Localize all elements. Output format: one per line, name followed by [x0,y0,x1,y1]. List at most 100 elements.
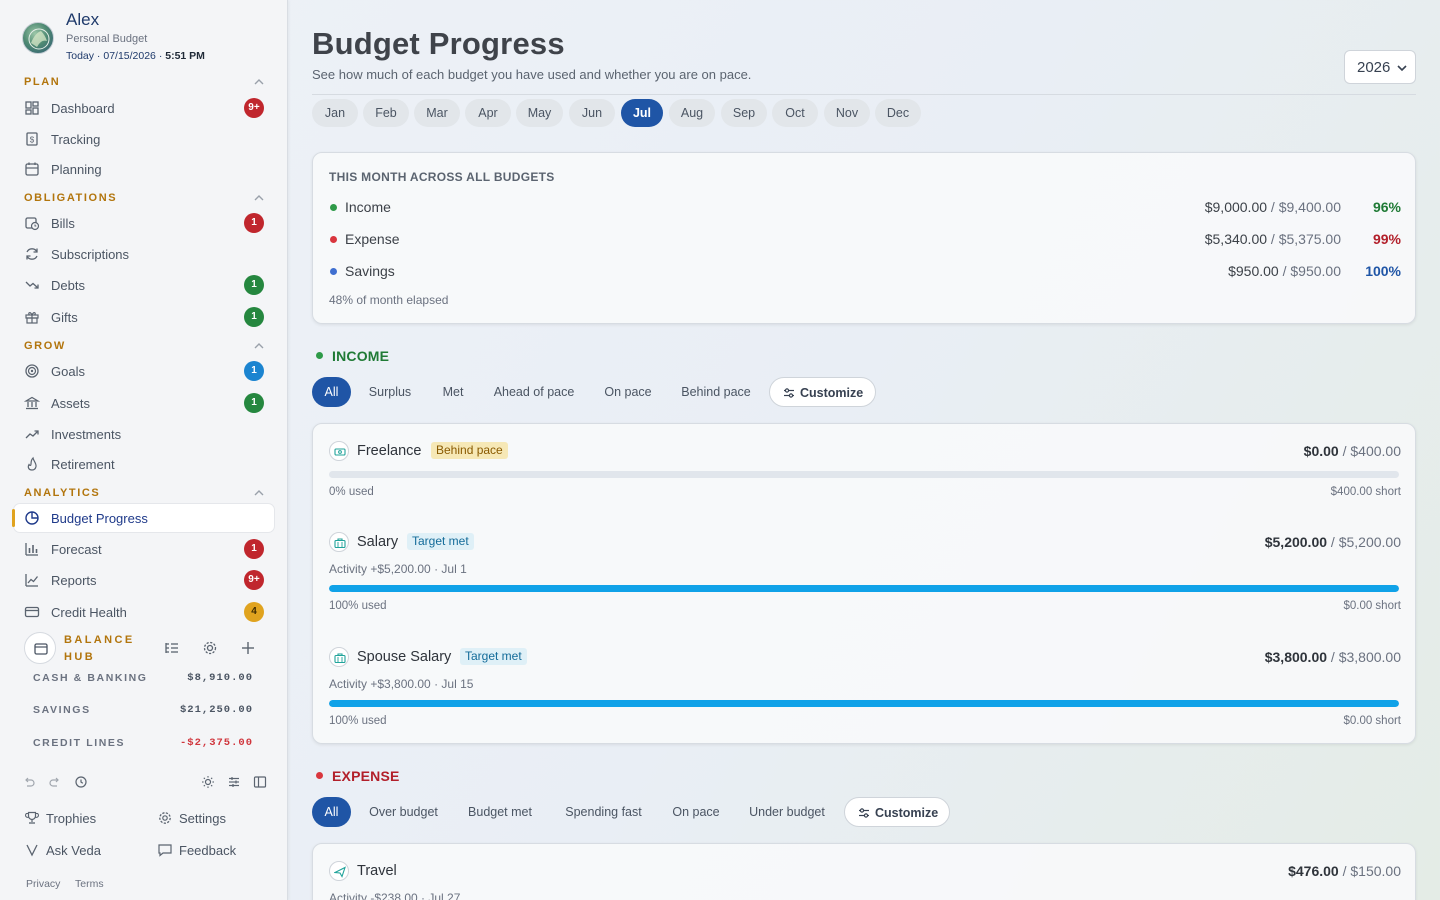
sidebar-item-label: Investments [51,427,122,442]
tab-month-sep[interactable]: Sep [721,99,767,127]
filter-ahead-of-pace[interactable]: Ahead of pace [487,377,581,407]
profile-subtitle: Personal Budget [66,33,148,45]
filter-behind-pace[interactable]: Behind pace [674,377,758,407]
avatar[interactable] [22,22,54,54]
chevron-up-icon[interactable] [252,75,266,89]
tab-month-aug[interactable]: Aug [669,99,715,127]
filter-spending-fast[interactable]: Spending fast [557,797,650,827]
panel-icon[interactable] [253,775,267,789]
plane-icon [329,861,349,881]
budget-item-salary[interactable]: Salary Target met $5,200.00 / $5,200.00 … [329,532,1401,612]
sidebar-item-label: Forecast [51,542,102,557]
section-plan[interactable]: PLAN [24,76,264,92]
filter-all[interactable]: All [312,377,351,407]
sidebar-item-forecast[interactable]: Forecast 1 [14,535,274,563]
page-title: Budget Progress [312,26,565,61]
divider [312,94,1416,95]
filter-under-budget[interactable]: Under budget [742,797,832,827]
notification-badge: 9+ [244,570,264,590]
month-tabs: Jan Feb Mar Apr May Jun Jul Aug Sep Oct … [312,99,1012,127]
plus-icon[interactable] [239,639,257,657]
sidebar-item-reports[interactable]: Reports 9+ [14,566,274,594]
section-analytics[interactable]: ANALYTICS [24,487,264,503]
notification-badge: 4 [244,602,264,622]
sidebar-item-investments[interactable]: Investments [14,420,274,448]
main-content: Budget Progress See how much of each bud… [312,0,1416,900]
filter-budget-met[interactable]: Budget met [460,797,540,827]
sliders-icon[interactable] [227,775,241,789]
sidebar: Alex Personal Budget Today · 07/15/2026 … [0,0,288,900]
tab-month-jan[interactable]: Jan [312,99,358,127]
briefcase-icon [329,532,349,552]
sidebar-item-label: Assets [51,396,91,411]
budget-item-spouse-salary[interactable]: Spouse Salary Target met $3,800.00 / $3,… [329,647,1401,727]
budget-item-travel[interactable]: Travel $476.00 / $150.00 Activity -$238.… [329,861,1401,900]
tab-month-dec[interactable]: Dec [875,99,921,127]
notification-badge: 1 [244,213,264,233]
tab-month-apr[interactable]: Apr [465,99,511,127]
wallet-icon [34,643,48,655]
expense-filters: All Over budget Budget met Spending fast… [312,797,1012,827]
sidebar-item-tracking[interactable]: $ Tracking [14,125,274,153]
sidebar-item-subscriptions[interactable]: Subscriptions [14,240,274,268]
tab-month-mar[interactable]: Mar [414,99,460,127]
filter-on-pace[interactable]: On pace [666,797,726,827]
customize-button[interactable]: Customize [844,797,950,827]
flame-icon [27,456,37,471]
chevron-up-icon[interactable] [252,486,266,500]
filter-met[interactable]: Met [434,377,472,407]
savings-dot [330,268,337,275]
summary-card: THIS MONTH ACROSS ALL BUDGETS Income $9,… [312,152,1416,324]
privacy-link[interactable]: Privacy [26,878,60,890]
gear-icon[interactable] [201,639,219,657]
section-grow[interactable]: GROW [24,340,264,356]
sidebar-item-retirement[interactable]: Retirement [14,450,274,478]
sun-icon[interactable] [201,775,215,789]
terms-link[interactable]: Terms [75,878,104,890]
trending-down-icon [25,281,39,289]
sidebar-item-planning[interactable]: Planning [14,155,274,183]
balance-row-cash[interactable]: CASH & BANKING $8,910.00 [33,672,255,688]
list-tree-icon[interactable] [163,639,181,657]
sidebar-item-bills[interactable]: Bills 1 [14,209,274,237]
tab-month-feb[interactable]: Feb [363,99,409,127]
balance-row-credit-lines[interactable]: CREDIT LINES -$2,375.00 [33,737,255,753]
redo-icon[interactable] [48,775,62,789]
calendar-clock-icon [25,217,40,231]
balance-row-savings[interactable]: SAVINGS $21,250.00 [33,704,255,720]
sidebar-item-gifts[interactable]: Gifts 1 [14,303,274,331]
progress-bar [329,585,1399,592]
section-obligations[interactable]: OBLIGATIONS [24,192,264,208]
profile[interactable]: Alex Personal Budget Today · 07/15/2026 … [22,10,282,66]
history-icon[interactable] [74,775,88,789]
tab-month-jun[interactable]: Jun [569,99,615,127]
credit-card-icon [24,606,40,618]
filter-all[interactable]: All [312,797,351,827]
sidebar-item-debts[interactable]: Debts 1 [14,271,274,299]
year-select[interactable]: 2026 [1344,50,1416,84]
filter-surplus[interactable]: Surplus [361,377,419,407]
sidebar-item-credit-health[interactable]: Credit Health 4 [14,598,274,626]
tab-month-jul[interactable]: Jul [621,99,663,127]
filter-over-budget[interactable]: Over budget [362,797,445,827]
balance-hub-button[interactable] [24,632,56,664]
filter-on-pace[interactable]: On pace [597,377,659,407]
summary-row-expense: Expense $5,340.00 / $5,375.00 99% [329,231,1401,249]
balance-hub: BALANCE HUB [22,630,272,666]
sidebar-item-budget-progress[interactable]: Budget Progress [12,504,274,532]
tab-month-nov[interactable]: Nov [824,99,870,127]
summary-row-savings: Savings $950.00 / $950.00 100% [329,263,1401,281]
notification-badge: 1 [244,307,264,327]
tab-month-may[interactable]: May [516,99,563,127]
undo-icon[interactable] [22,775,36,789]
notification-badge: 1 [244,361,264,381]
sidebar-item-dashboard[interactable]: Dashboard 9+ [14,94,274,122]
customize-button[interactable]: Customize [769,377,876,407]
sidebar-item-goals[interactable]: Goals 1 [14,357,274,385]
chevron-up-icon[interactable] [252,191,266,205]
chevron-up-icon[interactable] [252,339,266,353]
budget-item-freelance[interactable]: Freelance Behind pace $0.00 / $400.00 0%… [329,441,1401,516]
sidebar-item-assets[interactable]: Assets 1 [14,389,274,417]
sidebar-item-label: Tracking [51,132,101,147]
tab-month-oct[interactable]: Oct [772,99,818,127]
